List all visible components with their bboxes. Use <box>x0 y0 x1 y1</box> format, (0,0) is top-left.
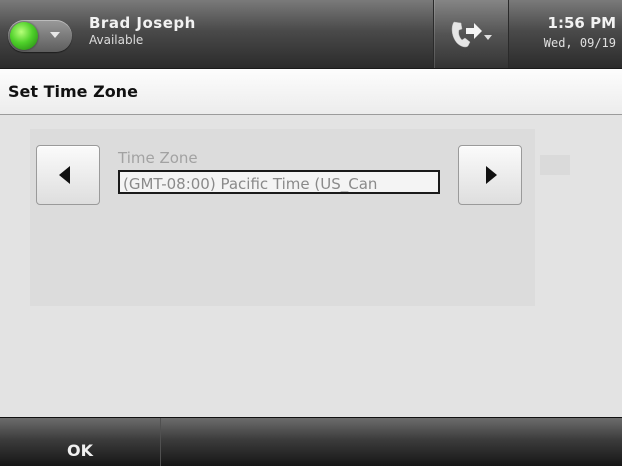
arrow-right-icon <box>486 166 497 184</box>
page-title: Set Time Zone <box>8 82 138 101</box>
call-forward-button[interactable] <box>433 0 509 68</box>
softkey-bar: OK <box>0 417 622 466</box>
ok-softkey-label: OK <box>67 441 93 460</box>
presence-button[interactable] <box>8 20 72 52</box>
previous-time-zone-button[interactable] <box>36 145 100 205</box>
empty-softkey <box>161 418 622 466</box>
user-name: Brad Joseph <box>89 14 196 32</box>
clock-date: Wed, 09/19 <box>543 36 616 50</box>
clock-time: 1:56 PM <box>547 14 616 32</box>
content-area: Time Zone (GMT-08:00) Pacific Time (US_C… <box>0 115 622 417</box>
title-bar: Set Time Zone <box>0 69 622 115</box>
background-artifact <box>540 155 570 175</box>
chevron-down-icon <box>50 32 60 38</box>
time-zone-value[interactable]: (GMT-08:00) Pacific Time (US_Can <box>118 170 440 194</box>
presence-indicator-icon <box>10 22 38 50</box>
presence-status: Available <box>89 33 144 47</box>
status-bar: Brad Joseph Available 1:56 PM Wed, 09/19 <box>0 0 622 69</box>
arrow-left-icon <box>59 166 70 184</box>
call-forward-icon <box>451 21 492 48</box>
ok-softkey[interactable]: OK <box>0 418 161 466</box>
next-time-zone-button[interactable] <box>458 145 522 205</box>
time-zone-label: Time Zone <box>118 149 198 167</box>
time-zone-panel: Time Zone (GMT-08:00) Pacific Time (US_C… <box>30 129 535 306</box>
